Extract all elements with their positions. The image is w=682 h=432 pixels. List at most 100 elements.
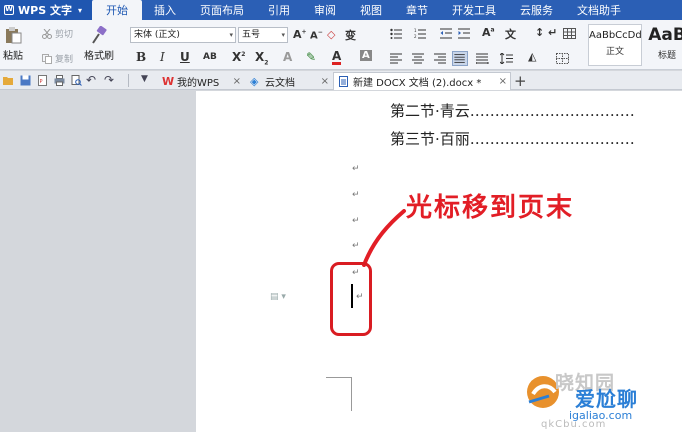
close-icon[interactable]: ×	[233, 76, 241, 87]
style-normal[interactable]: AaBbCcDd 正文	[588, 24, 642, 66]
copy-button[interactable]: 复制	[42, 52, 73, 65]
document-tab-bar: P ↶ ↷ ▼ W 我的WPS × ◈ 云文档 × 新建 DOCX 文档 (2)…	[0, 71, 682, 90]
align-left-icon[interactable]	[390, 53, 403, 64]
svg-text:P: P	[40, 79, 43, 85]
menu-tab-cloud[interactable]: 云服务	[508, 0, 565, 20]
strikethrough-button[interactable]: AB	[203, 52, 217, 62]
shrink-font-button[interactable]: A−	[310, 29, 323, 41]
undo-icon[interactable]: ↶	[86, 73, 96, 87]
format-painter-button[interactable]: 格式刷	[84, 26, 114, 62]
close-icon[interactable]: ×	[499, 76, 507, 87]
font-name-select[interactable]: 宋体 (正文) ▾	[130, 27, 236, 43]
style-name: 标题	[657, 51, 676, 61]
svg-text:1: 1	[414, 28, 417, 33]
style-heading[interactable]: AaB 标题	[644, 24, 682, 66]
tab-my-wps[interactable]: W 我的WPS ×	[158, 72, 244, 90]
close-icon[interactable]: ×	[321, 76, 329, 87]
cut-label: 剪切	[55, 30, 74, 40]
page-corner-mark	[326, 377, 352, 411]
subscript-button[interactable]: X2	[255, 50, 268, 66]
menu-tab-doc-assistant[interactable]: 文档助手	[565, 0, 633, 20]
save-icon[interactable]	[20, 75, 31, 86]
print-icon[interactable]	[54, 75, 65, 86]
paragraph-mark: ↵	[352, 164, 360, 174]
tab-cloud-docs[interactable]: ◈ 云文档 ×	[246, 72, 332, 90]
menu-tab-developer[interactable]: 开发工具	[440, 0, 508, 20]
menu-tab-page-layout[interactable]: 页面布局	[188, 0, 256, 20]
distributed-icon[interactable]	[476, 53, 489, 64]
style-sample: AaB	[648, 25, 682, 45]
menu-tab-view[interactable]: 视图	[348, 0, 394, 20]
document-workspace: 第二节·青云…………………………… 第三节·百丽…………………………… ↵ ↵ …	[0, 91, 682, 432]
font-size-select[interactable]: 五号 ▾	[238, 27, 288, 43]
menu-tab-references[interactable]: 引用	[256, 0, 302, 20]
char-shading-icon[interactable]: A	[360, 50, 372, 61]
bold-button[interactable]: B	[136, 50, 146, 64]
output-pdf-icon[interactable]: P	[37, 75, 48, 86]
decrease-indent-icon[interactable]	[440, 28, 453, 39]
chevron-down-icon: ▾	[229, 31, 233, 39]
ribbon-toolbar: 粘贴 剪切 复制 格式刷 宋体 (正文) ▾ 五号 ▾ A+ A− ◇ 变 B …	[0, 20, 682, 70]
text-effect-icon[interactable]: A	[283, 50, 292, 64]
superscript-button[interactable]: X2	[232, 50, 245, 64]
text-cursor	[351, 284, 353, 308]
italic-button[interactable]: I	[160, 50, 165, 64]
clear-format-icon[interactable]: ◇	[327, 28, 335, 41]
numbered-list-icon[interactable]: 12	[414, 28, 427, 39]
align-center-icon[interactable]	[412, 53, 425, 64]
font-name-value: 宋体 (正文)	[134, 30, 180, 40]
justify-icon[interactable]	[452, 51, 468, 66]
chevron-down-icon: ▾	[77, 5, 82, 15]
table-icon[interactable]	[563, 28, 576, 39]
paragraph-mark: ↵	[352, 241, 360, 251]
paragraph-layout-icon[interactable]: ▤ ▾	[270, 292, 286, 302]
annotation-text: 光标移到页末	[406, 193, 575, 223]
menu-tab-review[interactable]: 审阅	[302, 0, 348, 20]
clipboard-icon	[6, 27, 22, 44]
watermark-url: qkCbu.com	[541, 419, 607, 430]
style-sample: AaBbCcDd	[589, 30, 642, 41]
align-right-icon[interactable]	[434, 53, 447, 64]
wps-red-icon: W	[162, 74, 175, 88]
watermark: 晓知园 爱尬聊 igaliao.com qkCbu.com	[521, 364, 671, 432]
cut-button[interactable]: 剪切	[42, 27, 73, 40]
grow-font-button[interactable]: A+	[293, 28, 307, 41]
document-page[interactable]: 第二节·青云…………………………… 第三节·百丽…………………………… ↵ ↵ …	[196, 91, 682, 432]
line-spacing-icon[interactable]	[500, 53, 513, 64]
watermark-text: 爱尬聊	[575, 387, 638, 411]
shading-icon[interactable]: ◭	[528, 50, 536, 63]
svg-text:2: 2	[414, 34, 417, 39]
show-marks-icon[interactable]: ↵	[548, 26, 557, 39]
increase-indent-icon[interactable]	[458, 28, 471, 39]
separator	[128, 74, 129, 87]
menu-tab-home[interactable]: 开始	[92, 0, 142, 20]
font-color-icon[interactable]: A	[332, 50, 342, 65]
open-folder-icon[interactable]	[3, 75, 14, 86]
redo-icon[interactable]: ↷	[104, 73, 114, 87]
document-icon	[339, 76, 348, 87]
bullet-list-icon[interactable]	[390, 28, 403, 39]
menu-tab-insert[interactable]: 插入	[142, 0, 188, 20]
tab-label: 云文档	[265, 77, 295, 89]
chinese-layout-icon[interactable]: 文	[505, 26, 516, 42]
app-menu-button[interactable]: W WPS 文字 ▾	[0, 0, 92, 20]
scissors-icon	[42, 28, 52, 39]
paragraph-mark: ↵	[352, 216, 360, 226]
app-name: WPS 文字	[18, 4, 72, 17]
phonetic-guide-icon[interactable]: 变	[345, 27, 356, 43]
underline-button[interactable]: U	[180, 50, 190, 64]
menu-bar: W WPS 文字 ▾ 开始 插入 页面布局 引用 审阅 视图 章节 开发工具 云…	[0, 0, 682, 20]
highlight-icon[interactable]: ✎	[306, 50, 316, 64]
sort-icon[interactable]: ↕	[535, 26, 544, 39]
tab-label: 新建 DOCX 文档 (2).docx *	[353, 78, 482, 89]
border-icon[interactable]	[556, 53, 569, 64]
print-preview-icon[interactable]	[71, 75, 82, 86]
customize-toolbar-icon[interactable]: ▼	[141, 74, 148, 84]
case-change-icon[interactable]: Aa	[482, 26, 495, 39]
font-size-value: 五号	[242, 30, 261, 40]
tab-active-document[interactable]: 新建 DOCX 文档 (2).docx * ×	[333, 72, 511, 90]
new-tab-button[interactable]: +	[514, 72, 527, 90]
copy-label: 复制	[55, 55, 74, 65]
menu-tab-section[interactable]: 章节	[394, 0, 440, 20]
paste-button[interactable]: 粘贴	[3, 26, 23, 62]
